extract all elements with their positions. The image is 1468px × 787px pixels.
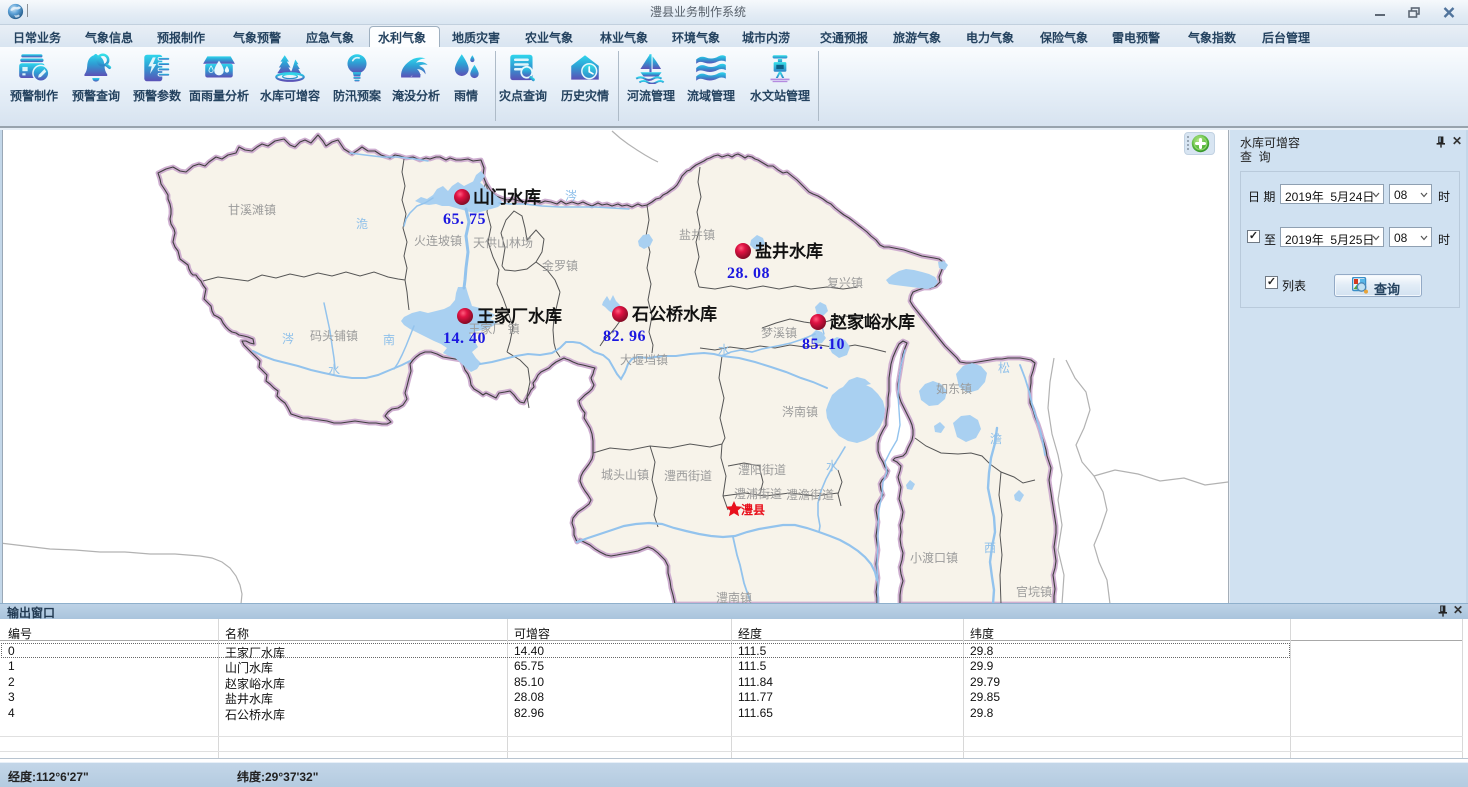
svg-text:松: 松 — [998, 361, 1010, 375]
svg-text:85. 10: 85. 10 — [802, 336, 845, 353]
svg-text:盐井镇: 盐井镇 — [679, 228, 715, 242]
svg-text:水: 水 — [328, 363, 340, 377]
svg-text:火连坡镇: 火连坡镇 — [414, 233, 462, 248]
svg-text:水: 水 — [826, 459, 838, 473]
svg-text:王家厂水库: 王家厂水库 — [477, 306, 562, 326]
svg-text:南: 南 — [383, 332, 395, 347]
svg-text:天供山林场: 天供山林场 — [473, 236, 533, 250]
svg-text:涔南镇: 涔南镇 — [782, 404, 818, 419]
svg-text:澧西街道: 澧西街道 — [664, 469, 712, 483]
svg-text:水: 水 — [718, 343, 730, 357]
svg-text:澧浦街道: 澧浦街道 — [734, 487, 782, 501]
svg-text:复兴镇: 复兴镇 — [827, 276, 863, 290]
svg-text:如东镇: 如东镇 — [936, 381, 972, 396]
svg-text:码头铺镇: 码头铺镇 — [310, 329, 358, 343]
svg-text:澧阳街道: 澧阳街道 — [738, 463, 786, 477]
svg-text:金罗镇: 金罗镇 — [542, 258, 578, 273]
svg-text:洈: 洈 — [356, 217, 368, 231]
svg-text:28. 08: 28. 08 — [727, 265, 770, 282]
svg-text:赵家峪水库: 赵家峪水库 — [829, 312, 915, 332]
svg-text:82. 96: 82. 96 — [603, 328, 646, 345]
svg-text:梦溪镇: 梦溪镇 — [761, 326, 797, 340]
svg-text:澧南镇: 澧南镇 — [716, 590, 752, 603]
svg-text:澧县: 澧县 — [741, 502, 765, 517]
svg-text:小渡口镇: 小渡口镇 — [910, 550, 958, 565]
svg-text:14. 40: 14. 40 — [443, 330, 486, 347]
svg-text:甘溪滩镇: 甘溪滩镇 — [228, 203, 276, 217]
svg-text:西: 西 — [984, 541, 996, 555]
svg-text:澧澹街道: 澧澹街道 — [786, 488, 834, 502]
svg-text:城头山镇: 城头山镇 — [601, 468, 649, 482]
svg-text:大堰垱镇: 大堰垱镇 — [620, 353, 668, 367]
svg-text:官垸镇: 官垸镇 — [1016, 584, 1052, 599]
svg-text:65. 75: 65. 75 — [443, 211, 486, 228]
svg-text:山门水库: 山门水库 — [473, 187, 541, 207]
svg-text:澹: 澹 — [990, 432, 1002, 446]
svg-text:涔: 涔 — [565, 189, 577, 203]
svg-text:石公桥水库: 石公桥水库 — [631, 304, 717, 324]
svg-text:涔: 涔 — [282, 332, 294, 346]
svg-text:盐井水库: 盐井水库 — [755, 241, 823, 261]
